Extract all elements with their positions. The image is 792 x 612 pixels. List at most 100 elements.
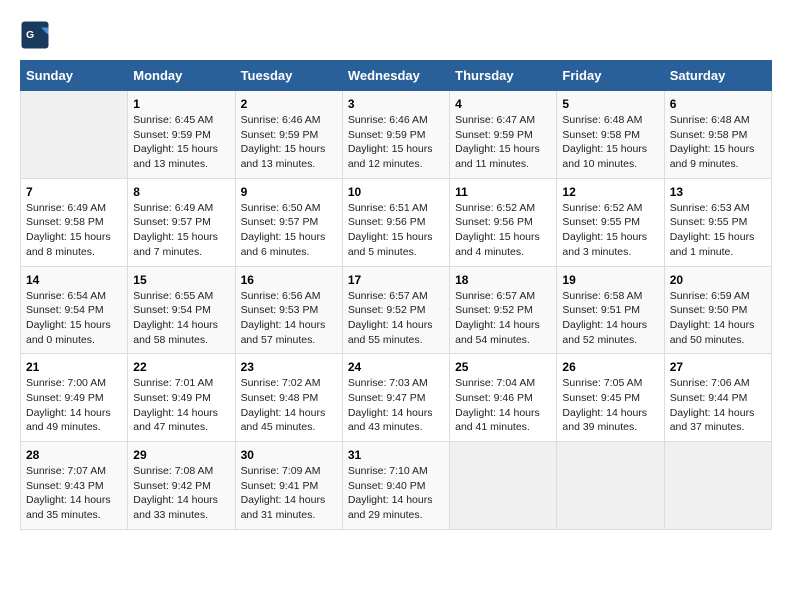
day-info: Sunrise: 7:10 AM Sunset: 9:40 PM Dayligh…: [348, 464, 444, 523]
day-info: Sunrise: 6:57 AM Sunset: 9:52 PM Dayligh…: [455, 289, 551, 348]
calendar-cell: 26Sunrise: 7:05 AM Sunset: 9:45 PM Dayli…: [557, 354, 664, 442]
header-row: SundayMondayTuesdayWednesdayThursdayFrid…: [21, 61, 772, 91]
calendar-cell: 21Sunrise: 7:00 AM Sunset: 9:49 PM Dayli…: [21, 354, 128, 442]
calendar-cell: 5 Sunrise: 6:48 AM Sunset: 9:58 PM Daylig…: [557, 91, 664, 179]
calendar-cell: 31 Sunrise: 7:10 AM Sunset: 9:40 PM Dayli…: [342, 442, 449, 530]
day-info: Sunrise: 6:45 AM Sunset: 9:59 PM Dayligh…: [133, 113, 229, 172]
calendar-cell: 18 Sunrise: 6:57 AM Sunset: 9:52 PM Dayli…: [450, 266, 557, 354]
calendar-cell: 30Sunrise: 7:09 AM Sunset: 9:41 PM Dayli…: [235, 442, 342, 530]
logo-icon: G: [20, 20, 50, 50]
calendar-cell: 8 Sunrise: 6:49 AM Sunset: 9:57 PM Daylig…: [128, 178, 235, 266]
week-row-4: 21Sunrise: 7:00 AM Sunset: 9:49 PM Dayli…: [21, 354, 772, 442]
weekday-header-thursday: Thursday: [450, 61, 557, 91]
day-info: Sunrise: 6:49 AM Sunset: 9:57 PM Dayligh…: [133, 201, 229, 260]
day-number: 2: [241, 97, 337, 111]
day-number: 11: [455, 185, 551, 199]
calendar-cell: [450, 442, 557, 530]
day-number: 27: [670, 360, 766, 374]
day-number: 5: [562, 97, 658, 111]
calendar-cell: 29 Sunrise: 7:08 AM Sunset: 9:42 PM Dayli…: [128, 442, 235, 530]
day-info: Sunrise: 6:48 AM Sunset: 9:58 PM Dayligh…: [562, 113, 658, 172]
weekday-header-friday: Friday: [557, 61, 664, 91]
calendar-cell: 7Sunrise: 6:49 AM Sunset: 9:58 PM Daylig…: [21, 178, 128, 266]
day-number: 17: [348, 273, 444, 287]
day-number: 28: [26, 448, 122, 462]
calendar-cell: 24 Sunrise: 7:03 AM Sunset: 9:47 PM Dayli…: [342, 354, 449, 442]
day-info: Sunrise: 6:50 AM Sunset: 9:57 PM Dayligh…: [241, 201, 337, 260]
day-number: 10: [348, 185, 444, 199]
day-number: 22: [133, 360, 229, 374]
calendar-cell: 14 Sunrise: 6:54 AM Sunset: 9:54 PM Dayli…: [21, 266, 128, 354]
week-row-2: 7Sunrise: 6:49 AM Sunset: 9:58 PM Daylig…: [21, 178, 772, 266]
weekday-header-sunday: Sunday: [21, 61, 128, 91]
day-number: 9: [241, 185, 337, 199]
day-info: Sunrise: 6:47 AM Sunset: 9:59 PM Dayligh…: [455, 113, 551, 172]
calendar-cell: 10 Sunrise: 6:51 AM Sunset: 9:56 PM Dayli…: [342, 178, 449, 266]
day-info: Sunrise: 6:48 AM Sunset: 9:58 PM Dayligh…: [670, 113, 766, 172]
calendar-cell: 19 Sunrise: 6:58 AM Sunset: 9:51 PM Dayli…: [557, 266, 664, 354]
logo: G: [20, 20, 52, 50]
calendar-cell: 6 Sunrise: 6:48 AM Sunset: 9:58 PM Daylig…: [664, 91, 771, 179]
day-info: Sunrise: 6:49 AM Sunset: 9:58 PM Dayligh…: [26, 201, 122, 260]
day-info: Sunrise: 7:05 AM Sunset: 9:45 PM Dayligh…: [562, 376, 658, 435]
weekday-header-wednesday: Wednesday: [342, 61, 449, 91]
day-number: 25: [455, 360, 551, 374]
calendar-cell: 20 Sunrise: 6:59 AM Sunset: 9:50 PM Dayli…: [664, 266, 771, 354]
day-number: 4: [455, 97, 551, 111]
calendar-cell: 3 Sunrise: 6:46 AM Sunset: 9:59 PM Daylig…: [342, 91, 449, 179]
calendar-cell: 12Sunrise: 6:52 AM Sunset: 9:55 PM Dayli…: [557, 178, 664, 266]
day-number: 15: [133, 273, 229, 287]
day-info: Sunrise: 6:55 AM Sunset: 9:54 PM Dayligh…: [133, 289, 229, 348]
day-number: 21: [26, 360, 122, 374]
day-number: 14: [26, 273, 122, 287]
calendar-cell: 27Sunrise: 7:06 AM Sunset: 9:44 PM Dayli…: [664, 354, 771, 442]
day-info: Sunrise: 7:04 AM Sunset: 9:46 PM Dayligh…: [455, 376, 551, 435]
day-number: 29: [133, 448, 229, 462]
day-info: Sunrise: 6:58 AM Sunset: 9:51 PM Dayligh…: [562, 289, 658, 348]
day-info: Sunrise: 6:52 AM Sunset: 9:56 PM Dayligh…: [455, 201, 551, 260]
calendar-cell: 2 Sunrise: 6:46 AM Sunset: 9:59 PM Daylig…: [235, 91, 342, 179]
day-number: 23: [241, 360, 337, 374]
weekday-header-monday: Monday: [128, 61, 235, 91]
calendar-cell: 28 Sunrise: 7:07 AM Sunset: 9:43 PM Dayli…: [21, 442, 128, 530]
svg-text:G: G: [26, 29, 34, 41]
day-info: Sunrise: 7:01 AM Sunset: 9:49 PM Dayligh…: [133, 376, 229, 435]
day-number: 31: [348, 448, 444, 462]
day-number: 1: [133, 97, 229, 111]
day-info: Sunrise: 6:57 AM Sunset: 9:52 PM Dayligh…: [348, 289, 444, 348]
calendar-cell: 4 Sunrise: 6:47 AM Sunset: 9:59 PM Daylig…: [450, 91, 557, 179]
day-number: 20: [670, 273, 766, 287]
week-row-5: 28 Sunrise: 7:07 AM Sunset: 9:43 PM Dayli…: [21, 442, 772, 530]
day-number: 6: [670, 97, 766, 111]
day-number: 18: [455, 273, 551, 287]
calendar-cell: 1 Sunrise: 6:45 AM Sunset: 9:59 PM Daylig…: [128, 91, 235, 179]
day-info: Sunrise: 6:52 AM Sunset: 9:55 PM Dayligh…: [562, 201, 658, 260]
day-info: Sunrise: 7:08 AM Sunset: 9:42 PM Dayligh…: [133, 464, 229, 523]
calendar-cell: 16Sunrise: 6:56 AM Sunset: 9:53 PM Dayli…: [235, 266, 342, 354]
calendar-cell: 11 Sunrise: 6:52 AM Sunset: 9:56 PM Dayli…: [450, 178, 557, 266]
day-info: Sunrise: 6:54 AM Sunset: 9:54 PM Dayligh…: [26, 289, 122, 348]
day-info: Sunrise: 6:53 AM Sunset: 9:55 PM Dayligh…: [670, 201, 766, 260]
day-info: Sunrise: 6:51 AM Sunset: 9:56 PM Dayligh…: [348, 201, 444, 260]
calendar-cell: 13Sunrise: 6:53 AM Sunset: 9:55 PM Dayli…: [664, 178, 771, 266]
day-number: 8: [133, 185, 229, 199]
calendar-cell: 9 Sunrise: 6:50 AM Sunset: 9:57 PM Daylig…: [235, 178, 342, 266]
day-info: Sunrise: 7:07 AM Sunset: 9:43 PM Dayligh…: [26, 464, 122, 523]
calendar-cell: 22 Sunrise: 7:01 AM Sunset: 9:49 PM Dayli…: [128, 354, 235, 442]
day-number: 19: [562, 273, 658, 287]
day-number: 24: [348, 360, 444, 374]
calendar-cell: [21, 91, 128, 179]
day-info: Sunrise: 6:56 AM Sunset: 9:53 PM Dayligh…: [241, 289, 337, 348]
weekday-header-saturday: Saturday: [664, 61, 771, 91]
calendar-cell: 17 Sunrise: 6:57 AM Sunset: 9:52 PM Dayli…: [342, 266, 449, 354]
day-info: Sunrise: 7:03 AM Sunset: 9:47 PM Dayligh…: [348, 376, 444, 435]
day-info: Sunrise: 6:46 AM Sunset: 9:59 PM Dayligh…: [241, 113, 337, 172]
day-info: Sunrise: 7:09 AM Sunset: 9:41 PM Dayligh…: [241, 464, 337, 523]
day-number: 3: [348, 97, 444, 111]
calendar-cell: 15 Sunrise: 6:55 AM Sunset: 9:54 PM Dayli…: [128, 266, 235, 354]
calendar-table: SundayMondayTuesdayWednesdayThursdayFrid…: [20, 60, 772, 530]
day-info: Sunrise: 6:59 AM Sunset: 9:50 PM Dayligh…: [670, 289, 766, 348]
day-info: Sunrise: 6:46 AM Sunset: 9:59 PM Dayligh…: [348, 113, 444, 172]
day-info: Sunrise: 7:02 AM Sunset: 9:48 PM Dayligh…: [241, 376, 337, 435]
calendar-cell: [557, 442, 664, 530]
